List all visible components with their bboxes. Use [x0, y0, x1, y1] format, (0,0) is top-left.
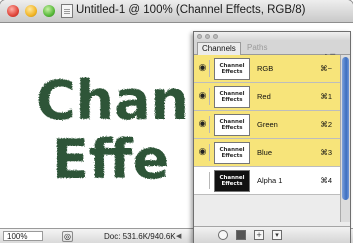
- eye-icon[interactable]: ◉: [196, 88, 210, 105]
- channel-shortcut: ⌘1: [320, 92, 332, 101]
- canvas-text-line2: Effe: [52, 128, 169, 191]
- canvas-text-line1: Chan: [36, 69, 189, 132]
- new-channel-icon[interactable]: +: [254, 230, 264, 240]
- tab-channels[interactable]: Channels: [197, 42, 241, 55]
- scroll-thumb[interactable]: [342, 57, 349, 200]
- channel-name: Alpha 1: [257, 176, 283, 185]
- channel-row-green[interactable]: ◉ Channel Effects Green ⌘2: [194, 111, 340, 139]
- channel-name: RGB: [257, 64, 274, 73]
- channel-name: Blue: [257, 148, 273, 157]
- channel-name: Red: [257, 92, 271, 101]
- channel-shortcut: ⌘2: [320, 120, 332, 129]
- channel-shortcut: ⌘4: [320, 176, 332, 185]
- window-title: Untitled-1 @ 100% (Channel Effects, RGB/…: [76, 4, 306, 16]
- channel-name: Green: [257, 120, 278, 129]
- panel-tabs: Channels Paths ▸≡: [194, 41, 350, 60]
- eye-icon[interactable]: ◉: [196, 144, 210, 161]
- zoom-level-field[interactable]: 100%: [3, 231, 43, 241]
- channel-thumbnail: Channel Effects: [214, 170, 250, 192]
- panel-toolbar: + ▾: [194, 226, 350, 243]
- panel-close-icon[interactable]: [197, 34, 202, 39]
- channel-thumbnail: Channel Effects: [214, 86, 250, 108]
- channel-shortcut: ⌘~: [320, 64, 332, 73]
- scroll-left-icon[interactable]: ◀: [176, 232, 181, 240]
- minimize-button[interactable]: [25, 5, 37, 17]
- channel-row-blue[interactable]: ◉ Channel Effects Blue ⌘3: [194, 139, 340, 167]
- panel-title-bar[interactable]: [194, 32, 350, 41]
- tab-paths[interactable]: Paths: [243, 42, 271, 54]
- document-proxy-icon[interactable]: [61, 4, 73, 18]
- title-bar[interactable]: Untitled-1 @ 100% (Channel Effects, RGB/…: [0, 0, 353, 23]
- zoom-button[interactable]: [43, 5, 55, 17]
- channel-thumbnail: Channel Effects: [214, 58, 250, 80]
- save-selection-icon[interactable]: [236, 230, 246, 240]
- channels-panel: Channels Paths ▸≡ ◉ ChannelEffects RGB ⌘…: [193, 31, 351, 243]
- load-selection-icon[interactable]: [218, 230, 228, 240]
- channel-row-red[interactable]: ◉ Channel Effects Red ⌘1: [194, 83, 340, 111]
- channel-row-rgb[interactable]: ◉ Channel Effects RGB ⌘~: [194, 55, 340, 83]
- eye-icon-hidden[interactable]: ◉: [196, 172, 210, 189]
- eye-icon[interactable]: ◉: [196, 116, 210, 133]
- eye-icon[interactable]: ◉: [196, 60, 210, 77]
- status-menu-icon[interactable]: ◎: [62, 231, 73, 242]
- channel-thumbnail: Channel Effects: [214, 142, 250, 164]
- document-size: Doc: 531.6K/940.6K: [104, 232, 176, 241]
- channel-shortcut: ⌘3: [320, 148, 332, 157]
- panel-zoom-icon[interactable]: [213, 34, 218, 39]
- panel-minimize-icon[interactable]: [205, 34, 210, 39]
- channel-row-alpha-1[interactable]: ◉ ChannelEffects Alpha 1 ⌘4: [194, 167, 340, 195]
- panel-scrollbar[interactable]: [340, 55, 350, 222]
- channel-thumbnail: Channel Effects: [214, 114, 250, 136]
- trash-icon[interactable]: ▾: [272, 230, 282, 240]
- close-button[interactable]: [7, 5, 19, 17]
